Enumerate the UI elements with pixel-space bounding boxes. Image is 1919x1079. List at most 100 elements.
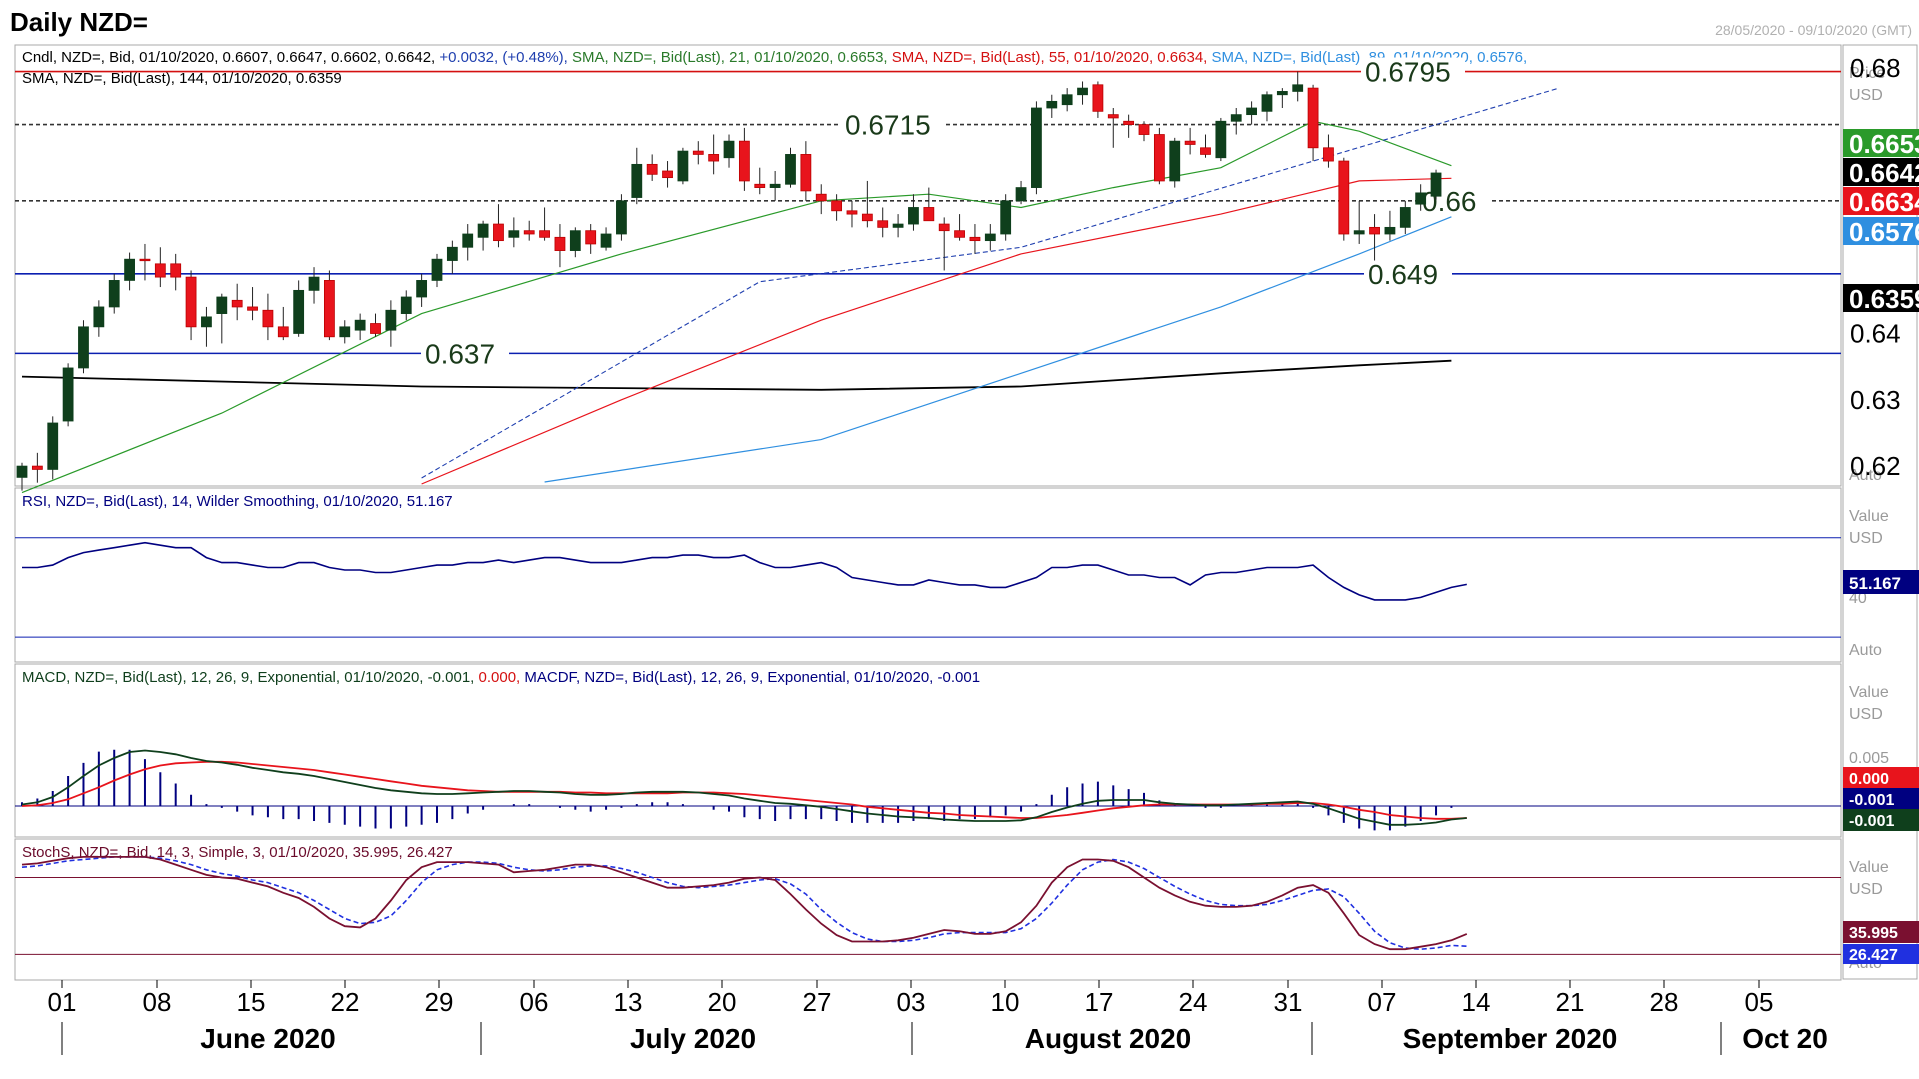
candle-up — [446, 246, 458, 261]
price-tick-label: 0.64 — [1850, 318, 1901, 348]
candle-up — [477, 223, 489, 238]
price-tick-label: 0.62 — [1850, 451, 1901, 481]
candle-down — [846, 210, 858, 215]
candle-down — [877, 220, 889, 228]
candle-down — [154, 263, 166, 278]
candle-up — [600, 233, 612, 248]
x-day-label: 17 — [1085, 987, 1114, 1017]
price-legend-sma144: SMA, NZD=, Bid(Last), 144, 01/10/2020, 0… — [22, 70, 342, 87]
candle-down — [585, 230, 597, 245]
candle-down — [954, 230, 965, 238]
candle-down — [185, 276, 197, 328]
candle-up — [616, 200, 627, 235]
candle-up — [62, 367, 74, 422]
candle-up — [308, 276, 320, 291]
chart-canvas: Daily NZD= 28/05/2020 - 09/10/2020 (GMT)… — [0, 0, 1919, 1079]
candle-down — [1369, 226, 1380, 235]
stoch-unit-currency: USD — [1849, 881, 1883, 898]
macd-legend: MACD, NZD=, Bid(Last), 12, 26, 9, Expone… — [22, 669, 980, 686]
candle-up — [354, 319, 366, 331]
price-tick-label: 0.63 — [1850, 385, 1901, 415]
level-label: 0.6715 — [845, 110, 931, 141]
candle-up — [1215, 120, 1227, 159]
x-day-label: 03 — [897, 987, 926, 1017]
x-day-label: 10 — [991, 987, 1020, 1017]
candle-up — [93, 306, 105, 328]
candle-down — [370, 323, 381, 334]
price-unit-currency: USD — [1849, 87, 1883, 104]
level-label: 0.649 — [1368, 259, 1438, 290]
price-tick-label: 0.68 — [1850, 53, 1901, 83]
x-day-label: 06 — [520, 987, 549, 1017]
x-day-label: 08 — [143, 987, 172, 1017]
candle-up — [1292, 84, 1304, 92]
macd-tag-label: -0.001 — [1849, 792, 1894, 809]
candle-up — [339, 326, 351, 338]
candle-down — [1338, 160, 1350, 235]
level-label: 0.637 — [425, 338, 495, 369]
price-tag-label: 0.6653 — [1849, 129, 1919, 159]
candle-up — [631, 163, 643, 198]
x-day-label: 24 — [1179, 987, 1208, 1017]
candle-up — [201, 316, 212, 328]
macd-unit-currency: USD — [1849, 706, 1883, 723]
price-tag-label: 0.6634 — [1849, 187, 1919, 217]
candle-down — [170, 263, 182, 278]
candle-down — [938, 223, 950, 232]
candle-up — [108, 280, 120, 308]
x-day-label: 29 — [425, 987, 454, 1017]
candle-down — [754, 183, 766, 188]
candle-down — [692, 150, 704, 155]
rsi-tag-label: 51.167 — [1849, 574, 1901, 593]
level-label: 0.6795 — [1365, 57, 1451, 88]
candle-up — [416, 280, 428, 298]
candle-down — [277, 326, 289, 338]
candle-down — [1323, 147, 1334, 162]
candle-down — [969, 236, 981, 242]
rsi-legend: RSI, NZD=, Bid(Last), 14, Wilder Smoothi… — [22, 493, 453, 510]
candle-up — [124, 258, 135, 281]
candle-down — [262, 309, 274, 328]
x-day-label: 07 — [1368, 987, 1397, 1017]
x-month-label: Oct 20 — [1742, 1023, 1828, 1054]
candle-up — [984, 233, 996, 242]
candle-up — [1276, 91, 1288, 96]
rsi-unit-label: Value — [1849, 508, 1889, 525]
x-day-label: 13 — [614, 987, 643, 1017]
rsi-unit-currency: USD — [1849, 530, 1883, 547]
candle-up — [1169, 140, 1181, 182]
candle-up — [400, 296, 412, 314]
candle-up — [293, 289, 305, 334]
candle-up — [78, 326, 89, 369]
x-day-label: 28 — [1650, 987, 1679, 1017]
price-tags: 0.66530.66420.66340.6576 0.6359 — [1843, 129, 1919, 314]
candle-up — [1031, 107, 1042, 188]
candle-down — [247, 306, 258, 311]
candle-up — [1061, 94, 1073, 106]
candle-up — [508, 230, 520, 238]
candle-up — [462, 233, 474, 248]
macd-tag-label: -0.001 — [1849, 813, 1894, 830]
candle-down — [800, 154, 812, 192]
candle-down — [861, 213, 873, 222]
candle-up — [908, 207, 919, 225]
candle-down — [539, 230, 550, 238]
x-day-label: 31 — [1274, 987, 1303, 1017]
candle-down — [831, 200, 843, 212]
x-day-label: 01 — [48, 987, 77, 1017]
rsi-auto-label[interactable]: Auto — [1849, 642, 1882, 659]
candle-up — [1415, 192, 1427, 205]
candle-up — [16, 465, 28, 478]
level-label: 0.66 — [1422, 186, 1477, 217]
candle-up — [892, 223, 904, 228]
x-day-label: 22 — [331, 987, 360, 1017]
x-month-label: September 2020 — [1403, 1023, 1618, 1054]
macd-tag-label: 0.000 — [1849, 771, 1889, 788]
candle-down — [139, 258, 151, 262]
x-month-label: June 2020 — [200, 1023, 335, 1054]
candle-down — [31, 465, 43, 470]
candle-up — [385, 309, 397, 331]
candle-down — [523, 230, 535, 235]
candle-down — [1092, 84, 1104, 112]
candle-up — [431, 258, 443, 281]
